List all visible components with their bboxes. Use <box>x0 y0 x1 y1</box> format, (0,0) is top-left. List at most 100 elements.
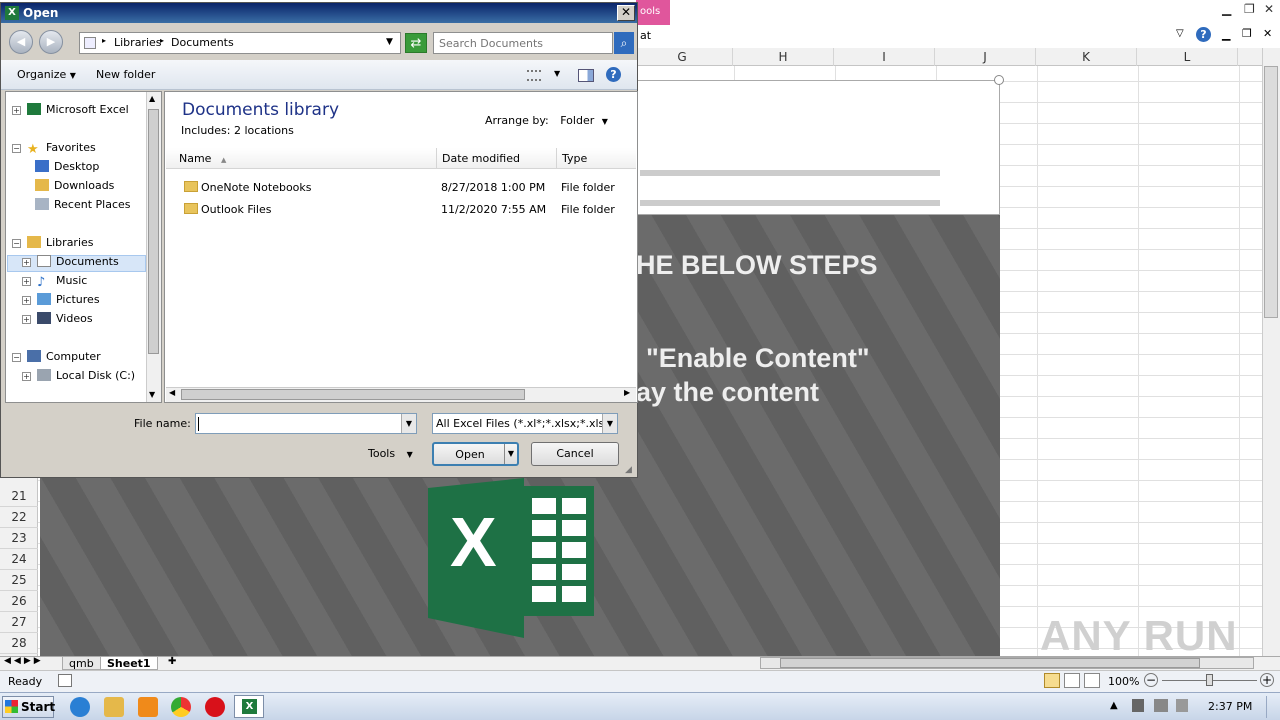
zoom-in-icon[interactable]: + <box>1260 673 1274 687</box>
chrome-icon[interactable] <box>171 697 191 717</box>
show-desktop-button[interactable] <box>1266 696 1278 718</box>
ribbon-tab-tools[interactable]: ools <box>636 0 670 25</box>
scroll-up-icon[interactable]: ▲ <box>149 94 155 103</box>
zoom-level[interactable]: 100% <box>1108 675 1139 688</box>
row-header[interactable]: 28 <box>0 633 38 654</box>
column-header[interactable]: H <box>733 48 834 66</box>
collapse-icon[interactable]: − <box>12 239 21 248</box>
chevron-down-icon[interactable]: ▼ <box>602 414 617 433</box>
address-dropdown-icon[interactable]: ▼ <box>386 37 393 47</box>
nav-item-music[interactable]: + ♪ Music <box>22 273 87 289</box>
restore-icon[interactable]: ❐ <box>1244 2 1255 16</box>
ribbon-collapse-icon[interactable]: ▽ <box>1176 28 1184 39</box>
workbook-close-icon[interactable]: ✕ <box>1263 27 1272 40</box>
preview-pane-icon[interactable] <box>578 69 594 82</box>
close-icon[interactable]: ✕ <box>1264 2 1274 16</box>
horizontal-scroll-thumb[interactable] <box>780 658 1200 668</box>
file-explorer-icon[interactable] <box>104 697 124 717</box>
address-bar[interactable]: ▸ Libraries ▸ Documents ▼ <box>79 32 401 54</box>
nav-item-desktop[interactable]: Desktop <box>35 159 99 175</box>
nav-item-recent-places[interactable]: Recent Places <box>35 197 131 213</box>
tray-network-icon[interactable] <box>1154 699 1168 712</box>
search-input[interactable] <box>433 32 613 54</box>
organize-button[interactable]: Organize ▼ <box>17 68 76 81</box>
nav-scroll-thumb[interactable] <box>148 109 159 354</box>
forward-button[interactable]: ▶ <box>39 30 63 54</box>
file-list-hscroll-thumb[interactable] <box>181 389 525 400</box>
expand-icon[interactable]: + <box>22 372 31 381</box>
cancel-button[interactable]: Cancel <box>531 442 619 466</box>
column-header-name[interactable]: Name ▲ <box>174 148 436 169</box>
nav-item-favorites[interactable]: − ★ Favorites <box>12 140 96 156</box>
nav-item-local-disk[interactable]: + Local Disk (C:) <box>22 368 135 384</box>
open-button[interactable]: Open ▼ <box>432 442 519 466</box>
tools-button[interactable]: Tools ▼ <box>368 447 413 460</box>
nav-item-documents[interactable]: + Documents <box>22 254 119 270</box>
dialog-title-bar[interactable]: X Open <box>1 3 637 23</box>
row-header[interactable]: 21 <box>0 486 38 507</box>
sheet-tab-sheet1[interactable]: Sheet1 <box>100 656 158 670</box>
vertical-scroll-thumb[interactable] <box>1264 66 1278 318</box>
expand-icon[interactable]: + <box>12 106 21 115</box>
page-layout-view-icon[interactable] <box>1064 673 1080 688</box>
excel-taskbar-button[interactable]: X <box>234 695 264 718</box>
ribbon-tab-format[interactable]: at <box>640 29 651 42</box>
tray-security-icon[interactable] <box>1132 699 1144 712</box>
workbook-restore-icon[interactable]: ❐ <box>1242 27 1252 40</box>
nav-item-videos[interactable]: + Videos <box>22 311 93 327</box>
image-resize-handle[interactable] <box>994 75 1004 85</box>
table-row[interactable]: Outlook Files 11/2/2020 7:55 AM File fol… <box>184 202 624 220</box>
help-icon[interactable]: ? <box>606 67 621 82</box>
start-button[interactable]: Start <box>2 696 55 718</box>
tray-flag-icon[interactable] <box>1176 699 1188 712</box>
change-view-icon[interactable] <box>527 70 541 81</box>
macro-record-icon[interactable] <box>58 674 72 687</box>
collapse-icon[interactable]: − <box>12 144 21 153</box>
row-header[interactable]: 27 <box>0 612 38 633</box>
chevron-down-icon[interactable]: ▼ <box>602 117 608 126</box>
table-row[interactable]: OneNote Notebooks 8/27/2018 1:00 PM File… <box>184 180 624 198</box>
row-header[interactable]: 23 <box>0 528 38 549</box>
file-type-select[interactable]: All Excel Files (*.xl*;*.xlsx;*.xlsm; ▼ <box>432 413 618 434</box>
view-options-chevron-icon[interactable]: ▼ <box>554 69 560 78</box>
scroll-down-icon[interactable]: ▼ <box>149 390 155 399</box>
zoom-slider-thumb[interactable] <box>1206 674 1213 686</box>
expand-icon[interactable]: + <box>22 258 31 267</box>
includes-locations-link[interactable]: 2 locations <box>234 124 294 137</box>
file-list-pane[interactable] <box>164 91 638 403</box>
column-header[interactable]: I <box>834 48 935 66</box>
nav-item-pictures[interactable]: + Pictures <box>22 292 100 308</box>
address-crumb-libraries[interactable]: Libraries <box>114 36 162 49</box>
zoom-out-icon[interactable]: − <box>1144 673 1158 687</box>
open-dropdown-icon[interactable]: ▼ <box>504 444 517 464</box>
dialog-close-button[interactable]: ✕ <box>617 5 635 21</box>
column-header-type[interactable]: Type <box>556 148 636 169</box>
scroll-right-icon[interactable]: ▶ <box>624 388 630 397</box>
system-clock[interactable]: 2:37 PM <box>1208 700 1252 713</box>
nav-item-computer[interactable]: − Computer <box>12 349 101 365</box>
media-player-icon[interactable] <box>138 697 158 717</box>
column-header[interactable]: L <box>1137 48 1238 66</box>
workbook-minimize-icon[interactable]: ▁ <box>1222 28 1230 41</box>
insert-sheet-icon[interactable]: ✚ <box>168 656 176 667</box>
minimize-icon[interactable]: ▁ <box>1222 2 1231 16</box>
normal-view-icon[interactable] <box>1044 673 1060 688</box>
back-button[interactable]: ◀ <box>9 30 33 54</box>
column-header-date[interactable]: Date modified <box>436 148 556 169</box>
expand-icon[interactable]: + <box>22 296 31 305</box>
internet-explorer-icon[interactable] <box>70 697 90 717</box>
address-crumb-documents[interactable]: Documents <box>171 36 234 49</box>
arrange-by-dropdown[interactable]: Folder <box>560 114 594 127</box>
file-name-field[interactable]: ▼ <box>195 413 417 434</box>
scroll-left-icon[interactable]: ◀ <box>169 388 175 397</box>
nav-item-libraries[interactable]: − Libraries <box>12 235 94 251</box>
refresh-icon[interactable]: ⇄ <box>405 33 427 53</box>
row-header[interactable]: 24 <box>0 549 38 570</box>
nav-item-microsoft-excel[interactable]: + Microsoft Excel <box>12 102 129 118</box>
expand-icon[interactable]: + <box>22 315 31 324</box>
search-icon[interactable]: ⌕ <box>614 32 634 54</box>
opera-icon[interactable] <box>205 697 225 717</box>
row-header[interactable]: 22 <box>0 507 38 528</box>
resize-grip-icon[interactable]: ◢ <box>625 465 632 475</box>
new-folder-button[interactable]: New folder <box>96 68 155 81</box>
